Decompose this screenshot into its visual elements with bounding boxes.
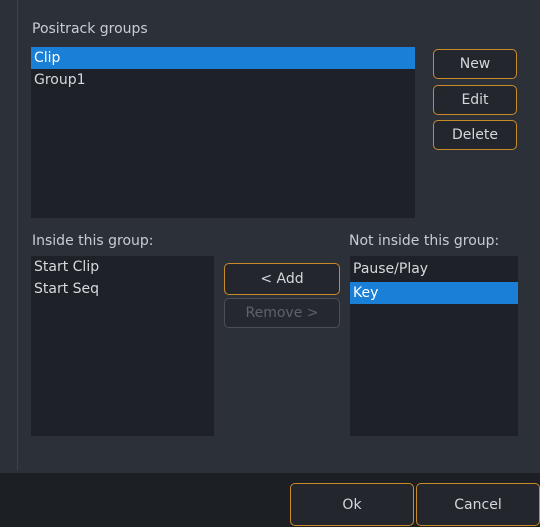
list-item[interactable]: Start Clip <box>31 256 214 278</box>
not-inside-group-list[interactable]: Pause/Play Key <box>350 256 518 436</box>
groups-label: Positrack groups <box>32 21 148 37</box>
list-item[interactable]: Start Seq <box>31 278 214 300</box>
new-button[interactable]: New <box>433 49 517 79</box>
list-item[interactable]: Pause/Play <box>350 256 518 282</box>
remove-button[interactable]: Remove > <box>224 298 340 328</box>
ok-button[interactable]: Ok <box>290 483 414 526</box>
frame-divider <box>17 0 18 470</box>
inside-group-label: Inside this group: <box>32 233 154 249</box>
cancel-button[interactable]: Cancel <box>416 483 540 526</box>
groups-list[interactable]: Clip Group1 <box>31 47 415 218</box>
list-item[interactable]: Clip <box>31 47 415 69</box>
list-item[interactable]: Key <box>350 282 518 304</box>
list-item[interactable]: Group1 <box>31 69 415 91</box>
dialog-footer: Ok Cancel <box>0 473 540 527</box>
positrack-groups-dialog: Positrack groups Clip Group1 New Edit De… <box>0 0 540 473</box>
edit-button[interactable]: Edit <box>433 85 517 115</box>
add-button[interactable]: < Add <box>224 263 340 295</box>
not-inside-group-label: Not inside this group: <box>349 233 500 249</box>
delete-button[interactable]: Delete <box>433 120 517 150</box>
inside-group-list[interactable]: Start Clip Start Seq <box>31 256 214 436</box>
